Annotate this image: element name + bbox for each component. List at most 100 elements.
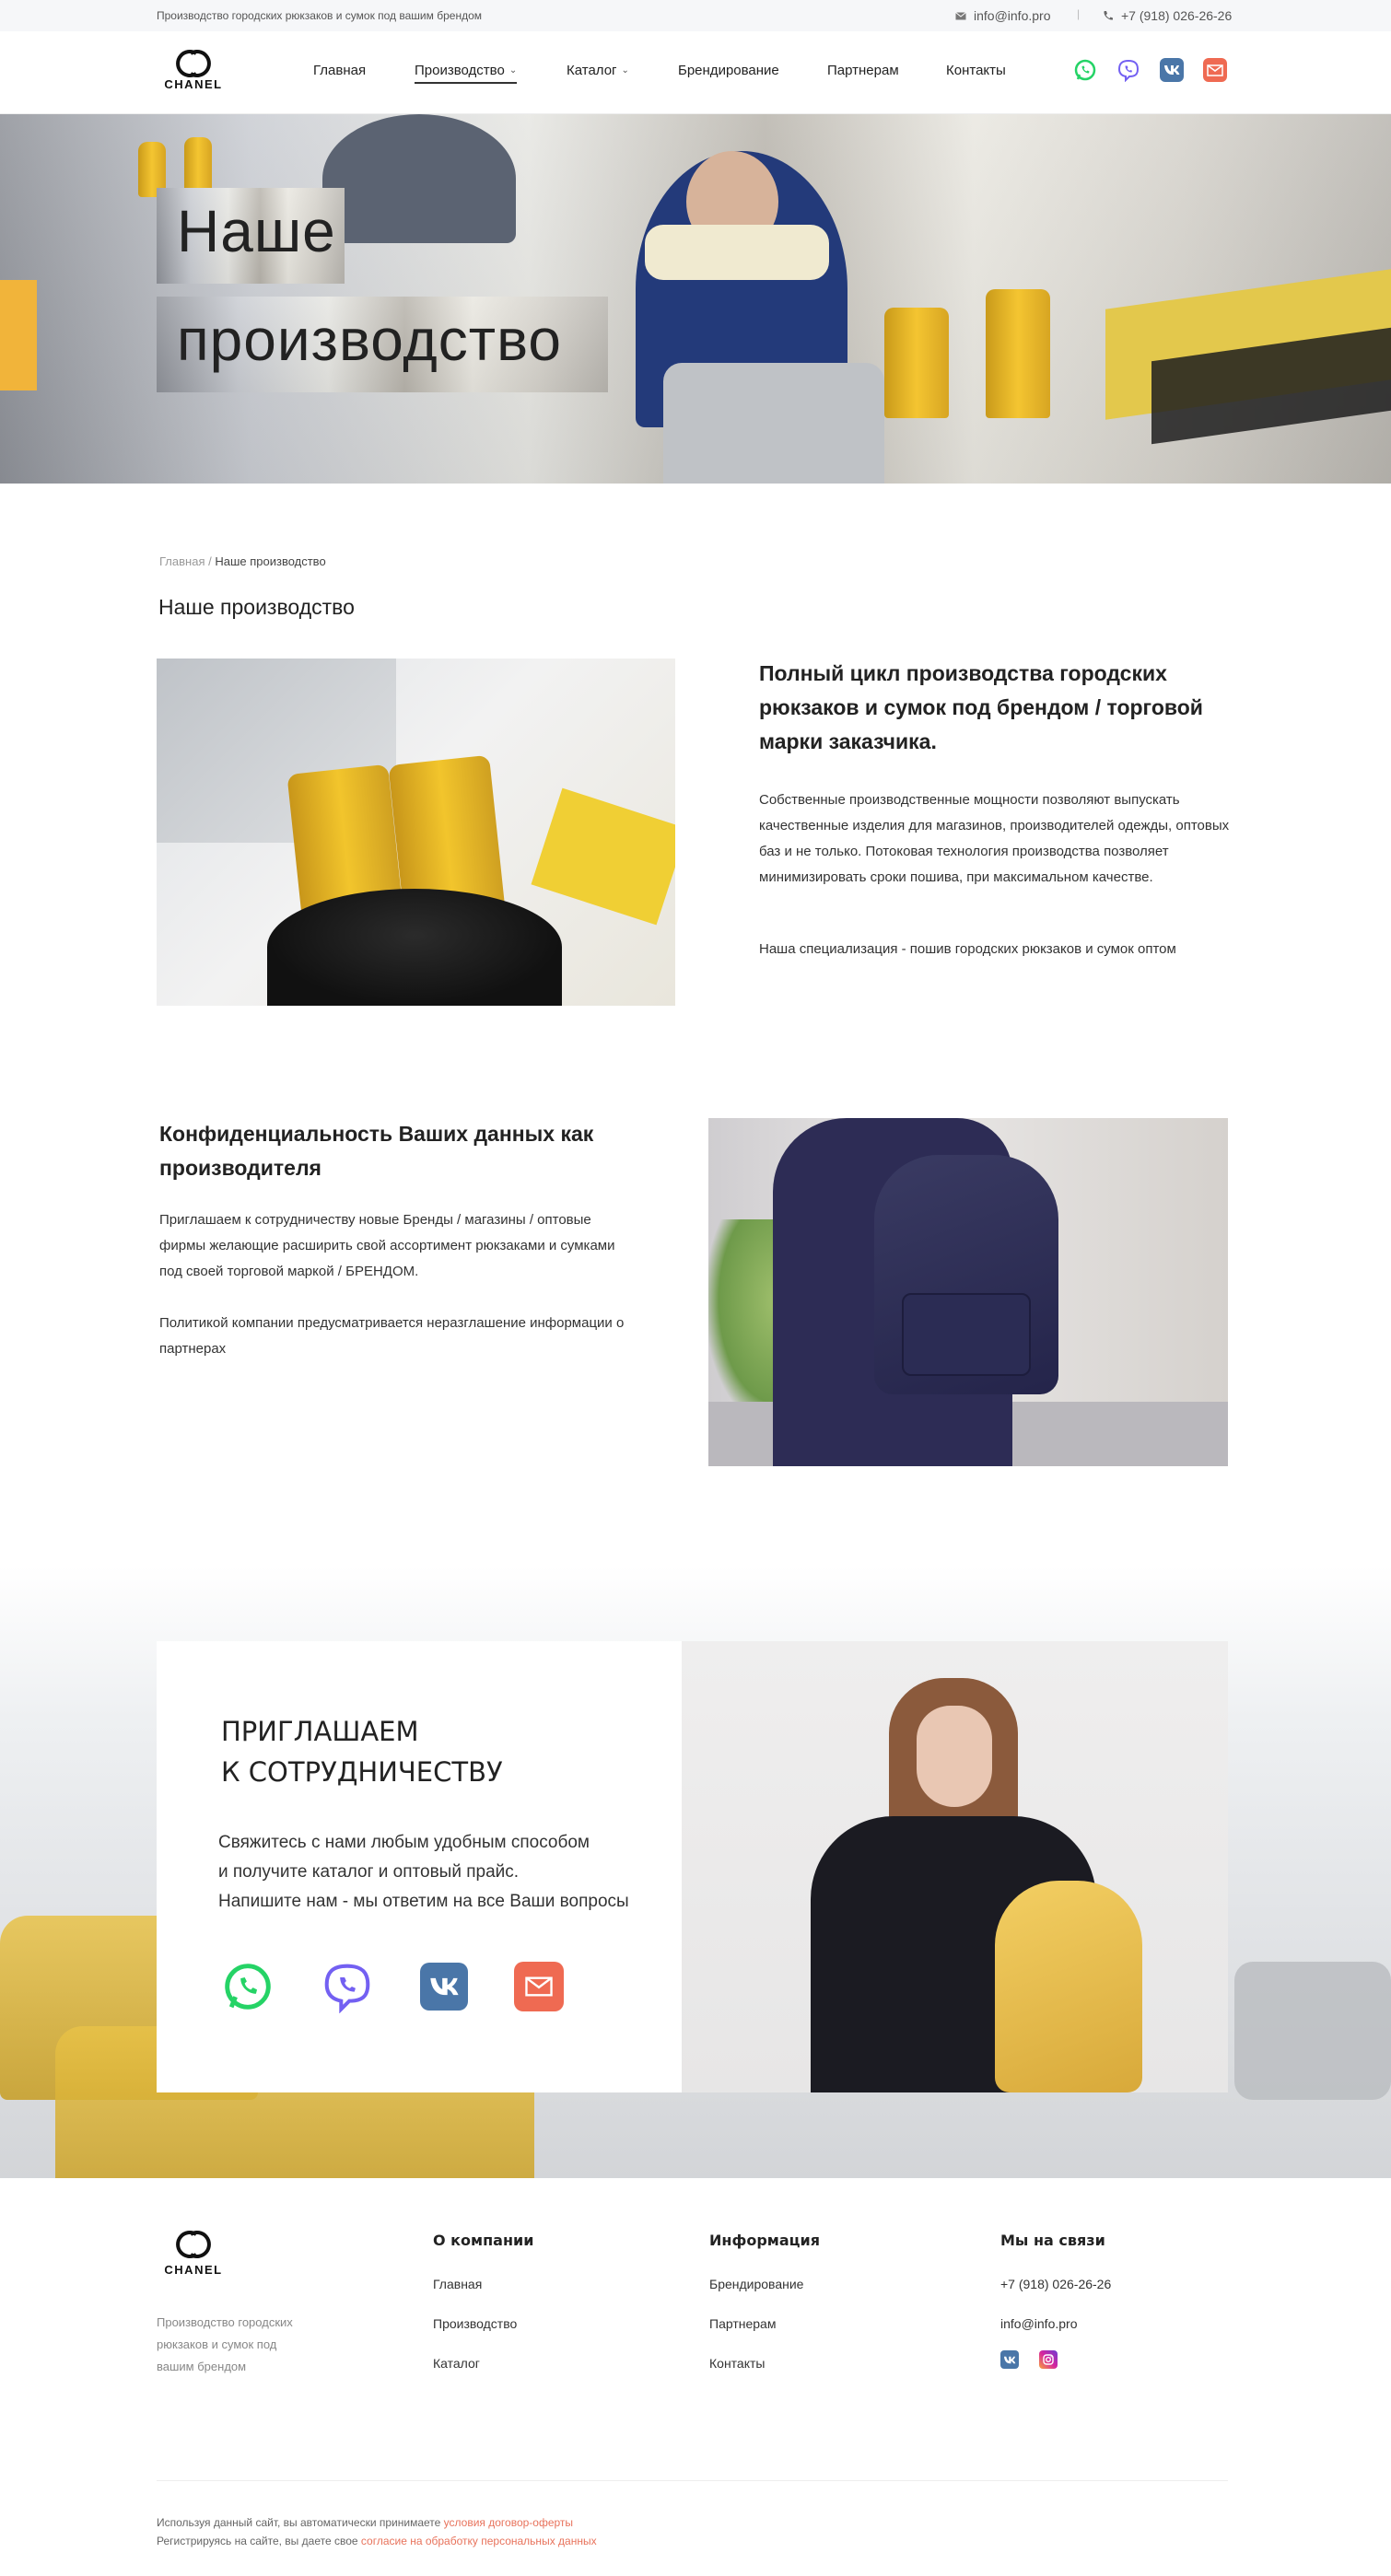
- cooperation-heading-line: Приглашаем: [221, 1716, 419, 1747]
- viber-icon[interactable]: [321, 1960, 374, 2013]
- header: CHANEL Главная Производство ⌄ Каталог ⌄ …: [0, 31, 1391, 114]
- footer-column-heading: О компании: [433, 2232, 534, 2249]
- section1-heading: Полный цикл производства городских рюкза…: [759, 661, 1203, 753]
- chevron-down-icon: ⌄: [621, 65, 629, 76]
- footer-column-contacts: Мы на связи +7 (918) 026-26-26 info@info…: [1000, 2232, 1111, 2369]
- vk-icon[interactable]: [1000, 2350, 1019, 2369]
- cooperation-heading: Приглашаем к сотрудничеству: [221, 1711, 503, 1792]
- nav-item-partners[interactable]: Партнерам: [827, 63, 899, 78]
- offer-terms-link[interactable]: условия договор-оферты: [444, 2516, 573, 2529]
- nav-item-home[interactable]: Главная: [313, 63, 366, 78]
- footer-column-company: О компании Главная Производство Каталог: [433, 2232, 533, 2395]
- cooperation-heading-line: к сотрудничеству: [221, 1756, 503, 1788]
- thread-spool: [184, 137, 212, 192]
- header-social-icons: [1073, 58, 1227, 82]
- section2-paragraph-2: Политикой компании предусматривается нер…: [159, 1315, 625, 1357]
- footer-description: Производство городских рюкзаков и сумок …: [157, 2315, 293, 2373]
- chevron-down-icon: ⌄: [508, 65, 518, 76]
- nav-label: Каталог: [567, 63, 617, 78]
- yellow-fabric: [531, 787, 675, 926]
- production-thread-image: [157, 659, 675, 1006]
- section2-paragraph: Приглашаем к сотрудничеству новые Бренды…: [159, 1212, 615, 1279]
- footer-email-link[interactable]: info@info.pro: [1000, 2316, 1111, 2331]
- header-logo[interactable]: CHANEL: [157, 48, 230, 91]
- logo-text: CHANEL: [164, 2263, 223, 2277]
- car-silhouette: [1234, 1962, 1391, 2100]
- backpack-photo: [708, 1118, 1228, 1466]
- nav-item-contacts[interactable]: Контакты: [946, 63, 1006, 78]
- mail-icon[interactable]: [1203, 58, 1227, 82]
- page-title: Наше производство: [158, 595, 355, 619]
- breadcrumb-separator: /: [205, 554, 216, 568]
- legal-line: Используя данный сайт, вы автоматически …: [157, 2513, 597, 2532]
- section1-paragraph-2: Наша специализация - пошив городских рюк…: [759, 941, 1176, 957]
- chanel-cc-logo-icon: [176, 2231, 211, 2258]
- footer-link[interactable]: Партнерам: [709, 2316, 820, 2331]
- logo-text: CHANEL: [164, 77, 223, 91]
- cooperation-text-line: Напишите нам - мы ответим на все Ваши во…: [218, 1892, 629, 1911]
- legal-text: Используя данный сайт, вы автоматически …: [157, 2516, 444, 2529]
- nav-item-production[interactable]: Производство ⌄: [415, 63, 518, 84]
- top-tagline: Производство городских рюкзаков и сумок …: [157, 9, 482, 22]
- nav-label: Производство: [415, 63, 505, 78]
- top-email-text: info@info.pro: [974, 8, 1051, 23]
- cooperation-text: Свяжитесь с нами любым удобным способом …: [218, 1828, 660, 1917]
- vk-icon[interactable]: [1160, 58, 1184, 82]
- legal-text: Регистрируясь на сайте, вы даете свое: [157, 2535, 361, 2547]
- thread-spool: [986, 289, 1050, 418]
- sewing-machine: [663, 363, 884, 484]
- instagram-icon[interactable]: [1039, 2350, 1058, 2369]
- cooperation-social-icons: [221, 1960, 564, 2013]
- footer-phone-link[interactable]: +7 (918) 026-26-26: [1000, 2277, 1111, 2291]
- section2-heading: Конфиденциальность Ваших данных как прои…: [159, 1122, 594, 1180]
- footer-link[interactable]: Брендирование: [709, 2277, 820, 2291]
- nav-label: Главная: [313, 63, 367, 78]
- footer-social-icons: [1000, 2350, 1111, 2369]
- hero-title-line2: производство: [157, 297, 608, 392]
- vk-icon[interactable]: [420, 1963, 468, 2011]
- top-phone-link[interactable]: +7 (918) 026-26-26: [1103, 8, 1232, 23]
- footer-link[interactable]: Контакты: [709, 2356, 820, 2371]
- cooperation-text-line: Свяжитесь с нами любым удобным способом: [218, 1833, 590, 1852]
- top-separator: |: [1077, 7, 1081, 20]
- privacy-consent-link[interactable]: согласие на обработку персональных данны…: [361, 2535, 597, 2547]
- nav-label: Контакты: [946, 63, 1006, 78]
- footer-divider: [157, 2480, 1228, 2481]
- viber-icon[interactable]: [1116, 58, 1140, 82]
- cooperation-text-line: и получите каталог и оптовый прайс.: [218, 1862, 520, 1882]
- mail-icon: [955, 11, 966, 19]
- hero-title-line1: Наше: [157, 188, 345, 284]
- footer-logo[interactable]: CHANEL: [157, 2229, 230, 2277]
- whatsapp-icon[interactable]: [221, 1960, 275, 2013]
- footer-column-heading: Информация: [709, 2232, 820, 2249]
- face: [917, 1706, 992, 1807]
- backpack-pocket: [902, 1293, 1031, 1376]
- black-tape-roll: [267, 889, 562, 1006]
- footer-link[interactable]: Каталог: [433, 2356, 533, 2371]
- girl-with-backpack-photo: [682, 1641, 1228, 2092]
- footer-column-heading: Мы на связи: [1000, 2232, 1105, 2249]
- nav-label: Партнерам: [827, 63, 899, 78]
- breadcrumb-home-link[interactable]: Главная: [159, 554, 205, 568]
- footer-link[interactable]: Главная: [433, 2277, 533, 2291]
- mail-icon[interactable]: [514, 1962, 564, 2011]
- yellow-backpack: [995, 1881, 1142, 2092]
- yellow-box: [0, 280, 37, 390]
- section1-paragraph: Собственные производственные мощности по…: [759, 792, 1230, 885]
- footer: CHANEL Производство городских рюкзаков и…: [0, 2178, 1391, 2576]
- footer-legal: Используя данный сайт, вы автоматически …: [157, 2513, 597, 2550]
- legal-line: Регистрируясь на сайте, вы даете свое со…: [157, 2532, 597, 2550]
- top-email-link[interactable]: info@info.pro: [955, 8, 1050, 23]
- worker-figure: [322, 114, 516, 243]
- chanel-cc-logo-icon: [176, 50, 211, 77]
- thread-spool: [884, 308, 949, 418]
- nav-label: Брендирование: [678, 63, 779, 78]
- phone-icon: [1104, 11, 1113, 20]
- nav-item-branding[interactable]: Брендирование: [678, 63, 779, 78]
- breadcrumb: Главная / Наше производство: [159, 554, 326, 568]
- nav-item-catalog[interactable]: Каталог ⌄: [567, 63, 629, 78]
- worker-shirt: [645, 225, 829, 280]
- top-phone-text: +7 (918) 026-26-26: [1121, 8, 1233, 23]
- whatsapp-icon[interactable]: [1073, 58, 1097, 82]
- footer-link[interactable]: Производство: [433, 2316, 533, 2331]
